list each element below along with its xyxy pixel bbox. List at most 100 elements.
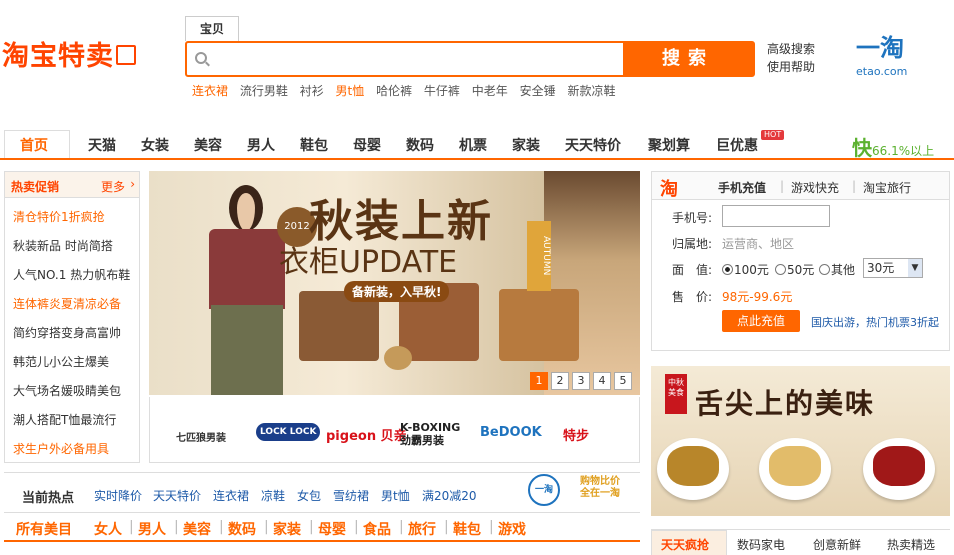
food-banner[interactable]: 中秋美食 舌尖上的美味 — [651, 366, 950, 516]
hot-keyword[interactable]: 连衣裙 — [213, 487, 249, 504]
nav-item-juyouhui[interactable]: 巨优惠 — [716, 135, 758, 155]
nav-item-women[interactable]: 女装 — [141, 135, 169, 155]
brand-logo-septwolves[interactable]: 七匹狼男装 — [176, 429, 226, 444]
category-item[interactable]: 母婴 — [318, 519, 346, 539]
taobao-tao-icon: 淘 — [660, 179, 678, 200]
amount-option-100[interactable]: 100元 — [722, 261, 769, 278]
category-item[interactable]: 食品 — [363, 519, 391, 539]
radio-icon — [722, 264, 733, 275]
hot-keyword[interactable]: 天天特价 — [153, 487, 201, 504]
hot-word[interactable]: 衬衫 — [300, 84, 324, 98]
phone-number-input[interactable] — [722, 205, 830, 227]
advanced-search-link[interactable]: 高级搜索 — [767, 40, 815, 58]
hot-keyword[interactable]: 女包 — [297, 487, 321, 504]
promo-item[interactable]: 清仓特价1折疯抢 — [13, 208, 105, 225]
banner-autumn-tag: AUTUMN — [527, 221, 551, 291]
brand-logo-bedook[interactable]: BeDOOK — [480, 425, 542, 440]
promo-item[interactable]: 潮人搭配T恤最流行 — [13, 411, 116, 428]
more-link[interactable]: 更多 — [101, 178, 125, 195]
separator: | — [219, 519, 224, 535]
banner-page-1[interactable]: 1 — [530, 372, 548, 390]
hot-keyword[interactable]: 凉鞋 — [261, 487, 285, 504]
tab-game-recharge[interactable]: 游戏快充 — [791, 179, 839, 196]
tab-digital-appliances[interactable]: 数码家电 — [737, 536, 785, 553]
hot-badge: HOT — [761, 130, 785, 140]
nav-item-juhuasuan[interactable]: 聚划算 — [648, 135, 690, 155]
hot-word[interactable]: 男t恤 — [336, 84, 365, 98]
tab-taobao-travel[interactable]: 淘宝旅行 — [863, 179, 911, 196]
separator: | — [354, 519, 359, 535]
etao-compare-text: 购物比价 全在一淘 — [580, 476, 620, 500]
banner-page-3[interactable]: 3 — [572, 372, 590, 390]
category-item[interactable]: 数码 — [228, 519, 256, 539]
tab-creative-fresh[interactable]: 创意新鲜 — [813, 536, 861, 553]
amount-option-other[interactable]: 其他 — [819, 261, 855, 278]
search-tab-baobei[interactable]: 宝贝 — [185, 16, 239, 41]
promo-item[interactable]: 大气场名媛吸睛美包 — [13, 382, 121, 399]
nav-item-flights[interactable]: 机票 — [459, 135, 487, 155]
hot-promo-title: 热卖促销 — [11, 180, 60, 194]
nav-item-shoes-bags[interactable]: 鞋包 — [300, 135, 328, 155]
travel-promo-link[interactable]: 国庆出游，热门机票3折起 — [811, 314, 939, 330]
nav-item-tmall[interactable]: 天猫 — [88, 135, 116, 155]
hot-word[interactable]: 哈伦裤 — [376, 84, 412, 98]
hot-keyword[interactable]: 男t恤 — [381, 487, 410, 504]
category-item[interactable]: 女人 — [94, 519, 122, 539]
promo-item[interactable]: 求生户外必备用具 — [13, 440, 109, 457]
hot-keyword[interactable]: 雪纺裙 — [333, 487, 369, 504]
amount-select[interactable]: 30元 ▼ — [863, 258, 923, 278]
help-link[interactable]: 使用帮助 — [767, 58, 815, 76]
nav-item-home-deco[interactable]: 家装 — [512, 135, 540, 155]
promo-item[interactable]: 连体裤炎夏清凉必备 — [13, 295, 121, 312]
tab-mobile-recharge[interactable]: 手机充值 — [718, 179, 766, 196]
nav-item-men[interactable]: 男人 — [247, 135, 275, 155]
brand-logo-locklock[interactable]: LOCK LOCK — [256, 423, 321, 441]
hot-word[interactable]: 流行男鞋 — [240, 84, 288, 98]
category-item[interactable]: 美容 — [183, 519, 211, 539]
clothing-image — [499, 289, 579, 361]
brand-logo-kboxing[interactable]: K-BOXING 劲霸男装 — [400, 421, 462, 447]
tab-daily-rush[interactable]: 天天疯抢 — [661, 536, 709, 553]
hot-word[interactable]: 连衣裙 — [192, 84, 228, 98]
amount-option-50[interactable]: 50元 — [775, 261, 814, 278]
hot-keyword[interactable]: 实时降价 — [94, 487, 142, 504]
category-all[interactable]: 所有美目 — [16, 519, 72, 539]
brand-logo-pigeon[interactable]: pigeon 贝亲 — [326, 425, 407, 444]
etao-logo[interactable]: 一淘 etao.com — [856, 36, 907, 84]
nav-item-digital[interactable]: 数码 — [406, 135, 434, 155]
brand-logo-xtep[interactable]: 特步 — [563, 425, 589, 444]
banner-page-2[interactable]: 2 — [551, 372, 569, 390]
nav-item-home[interactable]: 首页 — [20, 135, 48, 155]
banner-page-5[interactable]: 5 — [614, 372, 632, 390]
promo-item[interactable]: 韩范儿小公主爆美 — [13, 353, 109, 370]
search-input[interactable] — [215, 47, 615, 71]
compare-text-1: 购物比价 — [580, 476, 620, 487]
hot-word[interactable]: 新款凉鞋 — [567, 84, 615, 98]
banner-page-4[interactable]: 4 — [593, 372, 611, 390]
hot-word[interactable]: 中老年 — [472, 84, 508, 98]
etao-compare-badge[interactable]: 一淘 购物比价 全在一淘 — [528, 474, 638, 508]
hot-word[interactable]: 安全锤 — [520, 84, 556, 98]
nav-item-beauty[interactable]: 美容 — [194, 135, 222, 155]
category-item[interactable]: 男人 — [138, 519, 166, 539]
hot-keyword[interactable]: 满20减20 — [422, 487, 477, 504]
nav-item-daily-deals[interactable]: 天天特价 — [565, 135, 621, 155]
category-item[interactable]: 家装 — [273, 519, 301, 539]
promo-item[interactable]: 人气NO.1 热力帆布鞋 — [13, 266, 130, 283]
taobao-temai-logo[interactable]: 淘宝特卖 — [2, 34, 136, 73]
kuai-label: 快 — [852, 136, 872, 160]
category-item[interactable]: 鞋包 — [453, 519, 481, 539]
amount-option-label: 100元 — [734, 263, 769, 277]
hot-word[interactable]: 牛仔裤 — [424, 84, 460, 98]
etao-url: etao.com — [856, 65, 908, 78]
search-button[interactable]: 搜索 — [623, 43, 753, 75]
category-item[interactable]: 游戏 — [498, 519, 526, 539]
recharge-button[interactable]: 点此充值 — [722, 310, 800, 332]
separator: | — [780, 179, 785, 193]
nav-item-baby[interactable]: 母婴 — [353, 135, 381, 155]
category-item[interactable]: 旅行 — [408, 519, 436, 539]
tab-hot-picks[interactable]: 热卖精选 — [887, 536, 935, 553]
promo-item[interactable]: 秋装新品 时尚简搭 — [13, 237, 113, 254]
autumn-banner[interactable]: 2012 秋装上新 衣柜UPDATE AUTUMN 备新装，入早秋! 1 2 3… — [149, 171, 640, 395]
promo-item[interactable]: 简约穿搭变身高富帅 — [13, 324, 121, 341]
